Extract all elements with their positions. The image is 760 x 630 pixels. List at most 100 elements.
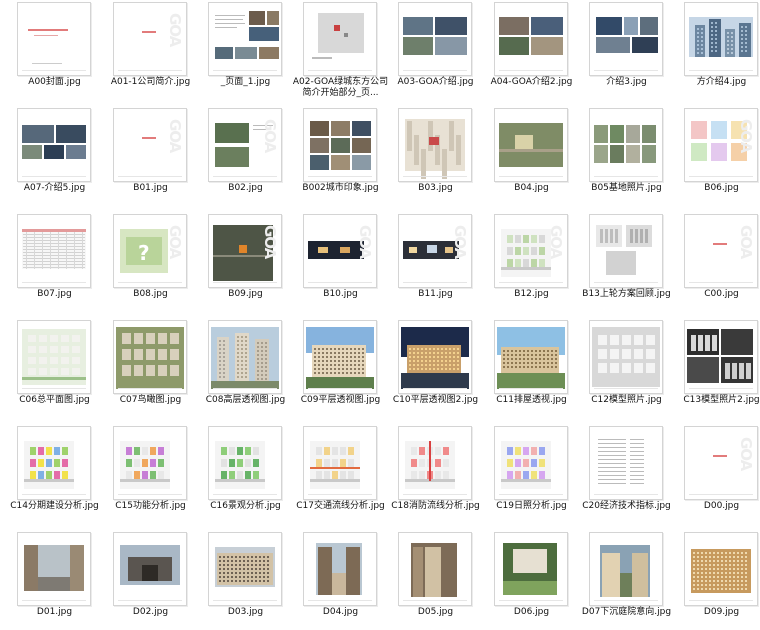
file-thumbnail[interactable] [684,2,758,76]
file-thumbnail[interactable] [113,532,187,606]
file-thumbnail[interactable] [17,320,91,394]
file-thumbnail[interactable] [589,532,663,606]
file-item[interactable]: GOA B09.jpg [198,212,293,312]
window [326,372,328,374]
file-thumbnail[interactable]: ? GOA [113,214,187,288]
file-item[interactable]: D07下沉庭院意向.jpg [579,530,674,630]
file-item[interactable]: C15功能分析.jpg [103,424,198,524]
file-thumbnail[interactable]: GOA [684,214,758,288]
file-thumbnail[interactable] [17,2,91,76]
file-thumbnail[interactable] [303,2,377,76]
file-item[interactable]: C13模型照片2.jpg [674,318,760,418]
file-item[interactable]: B13上轮方案回顾.jpg [579,212,674,312]
file-thumbnail[interactable] [684,320,758,394]
file-item[interactable]: D01.jpg [7,530,102,630]
file-thumbnail[interactable]: GOA [398,214,472,288]
file-thumbnail[interactable] [398,426,472,500]
file-thumbnail[interactable] [398,2,472,76]
file-item[interactable]: C08高层透视图.jpg [198,318,293,418]
file-thumbnail[interactable] [589,214,663,288]
file-thumbnail[interactable]: GOA [113,108,187,182]
file-item[interactable]: C12模型照片.jpg [579,318,674,418]
file-item[interactable]: GOA D00.jpg [674,424,760,524]
file-item[interactable]: D02.jpg [103,530,198,630]
file-item[interactable]: C06总平面图.jpg [7,318,102,418]
file-item[interactable]: _页面_1.jpg [198,0,293,100]
file-thumbnail[interactable]: GOA [208,214,282,288]
file-thumbnail[interactable] [589,426,663,500]
file-thumbnail[interactable] [208,320,282,394]
file-item[interactable]: B05基地照片.jpg [579,106,674,206]
file-item[interactable]: D03.jpg [198,530,293,630]
file-item[interactable]: GOA A01-1公司简介.jpg [103,0,198,100]
file-thumbnail[interactable] [398,532,472,606]
file-thumbnail[interactable] [494,320,568,394]
file-thumbnail[interactable]: GOA [303,214,377,288]
file-item[interactable]: D09.jpg [674,530,760,630]
file-item[interactable]: B002城市印象.jpg [293,106,388,206]
file-thumbnail[interactable] [113,320,187,394]
file-thumbnail[interactable] [398,320,472,394]
file-item[interactable]: C09平层透视图.jpg [293,318,388,418]
file-item[interactable]: C20经济技术指标.jpg [579,424,674,524]
file-thumbnail[interactable] [17,532,91,606]
file-item[interactable]: A02-GOA绿城东方公司简介开始部分_页... [293,0,388,100]
file-thumbnail[interactable]: GOA [208,108,282,182]
file-thumbnail[interactable] [303,532,377,606]
window [709,564,711,566]
file-thumbnail[interactable]: GOA [684,108,758,182]
file-thumbnail[interactable] [303,426,377,500]
file-thumbnail[interactable] [208,532,282,606]
file-item[interactable]: C14分期建设分析.jpg [7,424,102,524]
file-thumbnail[interactable] [113,426,187,500]
file-thumbnail[interactable] [589,108,663,182]
file-item[interactable]: C17交通流线分析.jpg [293,424,388,524]
file-thumbnail[interactable] [17,214,91,288]
file-thumbnail[interactable] [303,108,377,182]
file-thumbnail[interactable] [684,532,758,606]
file-thumbnail[interactable] [208,426,282,500]
file-thumbnail[interactable] [398,108,472,182]
file-thumbnail[interactable]: GOA [494,214,568,288]
file-item[interactable]: B04.jpg [484,106,579,206]
file-item[interactable]: A04-GOA介绍2.jpg [484,0,579,100]
window [701,40,703,42]
file-thumbnail[interactable] [17,426,91,500]
file-thumbnail[interactable] [494,2,568,76]
file-item[interactable]: A03-GOA介绍.jpg [388,0,483,100]
file-item[interactable]: C10平层透视图2.jpg [388,318,483,418]
file-item[interactable]: GOA C00.jpg [674,212,760,312]
file-thumbnail[interactable] [208,2,282,76]
file-item[interactable]: GOA B12.jpg [484,212,579,312]
file-thumbnail[interactable] [494,532,568,606]
file-thumbnail[interactable] [494,426,568,500]
file-item[interactable]: C11排屋透视.jpg [484,318,579,418]
file-thumbnail[interactable] [589,2,663,76]
file-item[interactable]: D04.jpg [293,530,388,630]
file-item[interactable]: C19日照分析.jpg [484,424,579,524]
plan-block [419,447,425,455]
file-thumbnail[interactable] [17,108,91,182]
file-item[interactable]: GOA B10.jpg [293,212,388,312]
file-thumbnail[interactable]: GOA [684,426,758,500]
file-item[interactable]: C16景观分析.jpg [198,424,293,524]
file-item[interactable]: C18消防流线分析.jpg [388,424,483,524]
file-item[interactable]: GOA B01.jpg [103,106,198,206]
file-item[interactable]: D06.jpg [484,530,579,630]
file-item[interactable]: B07.jpg [7,212,102,312]
file-thumbnail[interactable] [303,320,377,394]
file-thumbnail[interactable] [494,108,568,182]
file-item[interactable]: GOA B02.jpg [198,106,293,206]
file-item[interactable]: 方介绍4.jpg [674,0,760,100]
file-item[interactable]: B03.jpg [388,106,483,206]
file-item[interactable]: 介绍3.jpg [579,0,674,100]
file-item[interactable]: ? GOA B08.jpg [103,212,198,312]
file-item[interactable]: A07-介绍5.jpg [7,106,102,206]
file-thumbnail[interactable]: GOA [113,2,187,76]
file-item[interactable]: GOA B11.jpg [388,212,483,312]
file-item[interactable]: A00封面.jpg [7,0,102,100]
file-item[interactable]: D05.jpg [388,530,483,630]
file-item[interactable]: C07鸟瞰图.jpg [103,318,198,418]
file-item[interactable]: GOA B06.jpg [674,106,760,206]
file-thumbnail[interactable] [589,320,663,394]
